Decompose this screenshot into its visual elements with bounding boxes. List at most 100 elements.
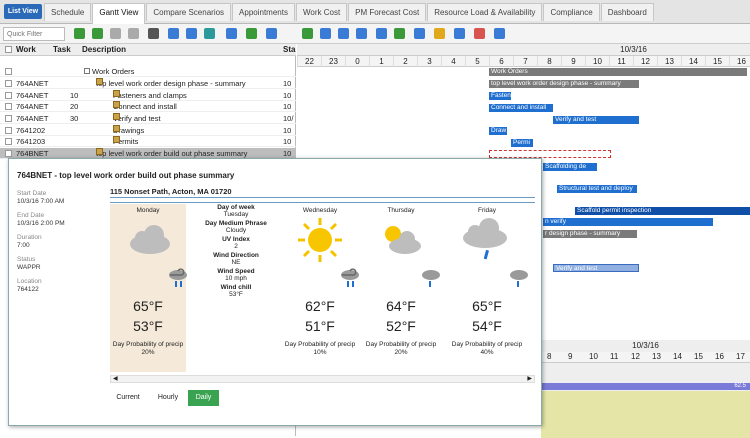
scroll-right-icon[interactable]: ▶ (527, 376, 532, 383)
col-task[interactable]: Task (53, 45, 71, 54)
row-checkbox[interactable] (5, 138, 12, 145)
tab-work-cost[interactable]: Work Cost (295, 3, 348, 21)
high-temp: 65°F (472, 298, 502, 314)
precip-label: Day Probability of precip (365, 341, 437, 348)
precip-value: 20% (394, 349, 408, 356)
outdent-icon[interactable] (92, 28, 103, 39)
zoom-in-icon[interactable] (320, 28, 331, 39)
undo-icon[interactable] (110, 28, 121, 39)
arrow-right-icon[interactable] (302, 28, 313, 39)
zoom-out-icon[interactable] (338, 28, 349, 39)
hour-tick: 7 (513, 56, 537, 67)
gantt-bar-task[interactable]: Permi (511, 139, 533, 147)
grid-icon[interactable] (186, 28, 197, 39)
quick-filter-input[interactable] (3, 27, 65, 41)
row-checkbox[interactable] (5, 68, 12, 75)
hour-tick: 12 (633, 56, 657, 67)
tab-schedule[interactable]: Schedule (44, 3, 92, 21)
gantt-bar-highlight[interactable] (489, 150, 611, 158)
row-checkbox[interactable] (5, 150, 12, 157)
detail-value: Cloudy (225, 227, 247, 234)
resource-icon[interactable] (474, 28, 485, 39)
table-row[interactable]: 7641203 Permits 10 (0, 136, 296, 147)
indent-icon[interactable] (74, 28, 85, 39)
calendar-icon[interactable] (168, 28, 179, 39)
row-checkbox[interactable] (5, 127, 12, 134)
col-description[interactable]: Description (82, 45, 126, 54)
link-icon[interactable] (204, 28, 215, 39)
tab-current[interactable]: Current (113, 390, 143, 406)
horizontal-scrollbar[interactable]: ◀ ▶ (110, 375, 535, 383)
move-icon[interactable] (414, 28, 425, 39)
filter-icon[interactable] (226, 28, 237, 39)
tab-pm-forecast-cost[interactable]: PM Forecast Cost (348, 3, 427, 21)
toolbar (0, 24, 750, 44)
table-row[interactable]: 7641202 Drawings 10 (0, 125, 296, 136)
tab-dashboard[interactable]: Dashboard (600, 3, 654, 21)
tab-compliance[interactable]: Compliance (543, 3, 600, 21)
col-work[interactable]: Work (16, 45, 36, 54)
table-row[interactable]: 764ANET 30 Verify and test 10/ (0, 113, 296, 124)
task-icon (113, 136, 120, 143)
expand-icon[interactable] (376, 28, 387, 39)
tab-daily[interactable]: Daily (188, 390, 219, 406)
columns-icon[interactable] (266, 28, 277, 39)
hour-tick: 11 (609, 56, 633, 67)
gantt-bar-task[interactable]: Verify and test (553, 116, 639, 124)
gantt-bar-task[interactable]: Connect and install (489, 104, 553, 112)
tab-resource-load[interactable]: Resource Load & Availability (427, 3, 543, 21)
lower-date-header: 10/3/16 (632, 341, 659, 350)
gantt-bar-summary[interactable]: r design phase - summary (543, 230, 637, 238)
gantt-bar-summary[interactable]: top level work order design phase - summ… (489, 80, 639, 88)
task-icon (113, 90, 120, 97)
table-row[interactable]: 764ANET 20 Connect and install 10 (0, 101, 296, 112)
lightbulb-icon[interactable] (434, 28, 445, 39)
gantt-bar-task[interactable]: Draw (489, 127, 507, 135)
gantt-bar-task[interactable]: n verify (543, 218, 713, 226)
duration-value: 7:00 (17, 242, 30, 249)
gantt-hours-header: 22 23 0 1 2 3 4 5 6 7 8 9 10 11 12 13 14… (297, 56, 750, 67)
refresh-icon[interactable] (246, 28, 257, 39)
row-checkbox[interactable] (5, 80, 12, 87)
tab-appointments[interactable]: Appointments (232, 3, 295, 21)
hour-tick: 14 (681, 56, 705, 67)
row-checkbox[interactable] (5, 115, 12, 122)
tab-hourly[interactable]: Hourly (153, 390, 183, 406)
description-cell: Fasteners and clamps (113, 90, 187, 100)
scroll-left-icon[interactable]: ◀ (113, 376, 118, 383)
precip-label: Day Probability of precip (112, 341, 184, 348)
row-checkbox[interactable] (5, 92, 12, 99)
day-name: Wednesday (302, 207, 338, 214)
gantt-date-header: 10/3/16 (297, 44, 750, 56)
check-icon[interactable] (394, 28, 405, 39)
redo-icon[interactable] (128, 28, 139, 39)
col-status[interactable]: Sta (283, 45, 295, 54)
table-row[interactable]: 764ANET top level work order design phas… (0, 78, 296, 89)
task-icon (113, 125, 120, 132)
hour-tick: 22 (297, 56, 321, 67)
chart-icon[interactable] (454, 28, 465, 39)
gantt-bar-task[interactable]: Fasten (489, 92, 511, 100)
fit-icon[interactable] (356, 28, 367, 39)
detail-value: Tuesday (223, 211, 249, 218)
select-all-checkbox[interactable] (5, 46, 12, 53)
status-value: WAPPR (17, 264, 41, 271)
gantt-bar-task[interactable]: Structural test and deploy (557, 185, 637, 193)
gantt-bar-task[interactable]: Scaffolding de (543, 163, 597, 171)
row-checkbox[interactable] (5, 103, 12, 110)
table-row[interactable]: 764ANET 10 Fasteners and clamps 10 (0, 90, 296, 101)
hour-tick: 23 (321, 56, 345, 67)
gantt-bar-summary[interactable]: Work Orders (489, 68, 747, 76)
sun-icon (298, 218, 342, 262)
end-date-value: 10/3/16 2:00 PM (17, 220, 65, 227)
gantt-bar-task[interactable]: Scaffold permit inspection (575, 207, 750, 215)
gantt-bar-task[interactable]: Verify and test (553, 264, 639, 272)
list-icon[interactable] (494, 28, 505, 39)
table-row[interactable]: Work Orders (0, 66, 296, 77)
hour-tick: 10 (589, 352, 598, 361)
list-view-button[interactable]: List View (4, 4, 42, 19)
print-icon[interactable] (148, 28, 159, 39)
hour-tick: 11 (610, 352, 619, 361)
tab-compare-scenarios[interactable]: Compare Scenarios (146, 3, 232, 21)
tab-gantt-view[interactable]: Gantt View (92, 3, 146, 24)
